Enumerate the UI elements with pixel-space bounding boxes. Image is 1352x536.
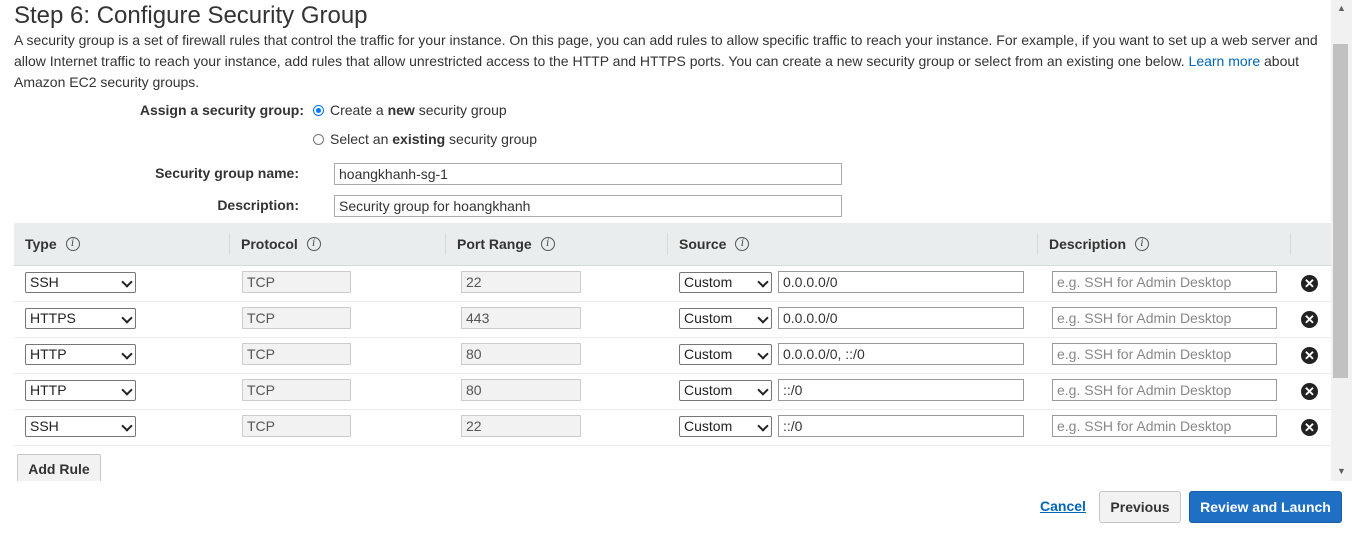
type-select[interactable]: HTTP bbox=[25, 380, 136, 401]
chevron-down-icon bbox=[757, 348, 769, 360]
source-mode-select[interactable]: Custom bbox=[679, 272, 772, 293]
chevron-down-icon bbox=[757, 384, 769, 396]
column-header-type[interactable]: Type i bbox=[25, 223, 80, 265]
review-and-launch-button[interactable]: Review and Launch bbox=[1189, 491, 1342, 523]
column-header-port-range[interactable]: Port Range i bbox=[445, 223, 555, 265]
source-cidr-input[interactable]: 0.0.0.0/0 bbox=[778, 271, 1024, 293]
type-select[interactable]: SSH bbox=[25, 416, 136, 437]
protocol-field: TCP bbox=[242, 343, 351, 365]
chevron-down-icon bbox=[121, 420, 133, 432]
protocol-field: TCP bbox=[242, 415, 351, 437]
table-row: SSH TCP 22 Custom 0.0.0.0/0 e.g. SSH for… bbox=[14, 265, 1331, 302]
remove-rule-icon[interactable]: ✕ bbox=[1301, 311, 1318, 328]
description-label: Description: bbox=[217, 197, 299, 213]
chevron-down-icon bbox=[121, 348, 133, 360]
port-range-field: 80 bbox=[461, 343, 581, 365]
protocol-field: TCP bbox=[242, 307, 351, 329]
protocol-field: TCP bbox=[242, 379, 351, 401]
source-cidr-input[interactable]: ::/0 bbox=[778, 415, 1024, 437]
vertical-scrollbar[interactable]: ▲ ▼ bbox=[1331, 0, 1352, 481]
source-cidr-input[interactable]: ::/0 bbox=[778, 379, 1024, 401]
scrollbar-thumb[interactable] bbox=[1333, 44, 1348, 378]
info-icon[interactable]: i bbox=[1135, 237, 1150, 251]
column-divider bbox=[445, 233, 446, 255]
source-mode-select[interactable]: Custom bbox=[679, 380, 772, 401]
chevron-down-icon bbox=[121, 276, 133, 288]
scroll-down-icon[interactable]: ▼ bbox=[1331, 463, 1352, 479]
security-group-name-label: Security group name: bbox=[155, 165, 299, 181]
source-cidr-input[interactable]: 0.0.0.0/0 bbox=[778, 307, 1024, 329]
type-select[interactable]: HTTPS bbox=[25, 308, 136, 329]
rule-description-input[interactable]: e.g. SSH for Admin Desktop bbox=[1052, 415, 1277, 437]
rule-description-input[interactable]: e.g. SSH for Admin Desktop bbox=[1052, 343, 1277, 365]
page-title: Step 6: Configure Security Group bbox=[14, 2, 368, 29]
content-scroll-area: Step 6: Configure Security Group A secur… bbox=[0, 0, 1331, 481]
remove-rule-icon[interactable]: ✕ bbox=[1301, 275, 1318, 292]
radio-select-existing-group[interactable]: Select an existing security group bbox=[313, 131, 537, 147]
chevron-down-icon bbox=[757, 420, 769, 432]
rule-description-input[interactable]: e.g. SSH for Admin Desktop bbox=[1052, 307, 1277, 329]
table-row: HTTPS TCP 443 Custom 0.0.0.0/0 e.g. SSH … bbox=[14, 301, 1331, 338]
info-icon[interactable]: i bbox=[306, 237, 321, 251]
protocol-field: TCP bbox=[242, 271, 351, 293]
chevron-down-icon bbox=[757, 312, 769, 324]
info-icon[interactable]: i bbox=[540, 237, 555, 251]
info-icon[interactable]: i bbox=[65, 237, 80, 251]
security-group-name-input[interactable]: hoangkhanh-sg-1 bbox=[334, 163, 842, 185]
port-range-field: 22 bbox=[461, 415, 581, 437]
radio-select-existing-indicator[interactable] bbox=[313, 133, 324, 145]
source-cidr-input[interactable]: 0.0.0.0/0, ::/0 bbox=[778, 343, 1024, 365]
description-input[interactable]: Security group for hoangkhanh bbox=[334, 195, 842, 217]
radio-create-new-label: Create a new security group bbox=[330, 102, 507, 118]
chevron-down-icon bbox=[121, 384, 133, 396]
remove-rule-icon[interactable]: ✕ bbox=[1301, 383, 1318, 400]
cancel-link[interactable]: Cancel bbox=[1040, 498, 1086, 514]
rule-description-input[interactable]: e.g. SSH for Admin Desktop bbox=[1052, 379, 1277, 401]
port-range-field: 80 bbox=[461, 379, 581, 401]
intro-text: A security group is a set of firewall ru… bbox=[14, 30, 1324, 93]
chevron-down-icon bbox=[757, 276, 769, 288]
remove-rule-icon[interactable]: ✕ bbox=[1301, 347, 1318, 364]
column-header-protocol[interactable]: Protocol i bbox=[229, 223, 321, 265]
column-header-description[interactable]: Description i bbox=[1037, 223, 1150, 265]
column-header-source[interactable]: Source i bbox=[667, 223, 750, 265]
source-mode-select[interactable]: Custom bbox=[679, 308, 772, 329]
type-select[interactable]: HTTP bbox=[25, 344, 136, 365]
column-divider bbox=[667, 233, 668, 255]
radio-create-new-indicator[interactable] bbox=[313, 104, 324, 116]
rule-description-input[interactable]: e.g. SSH for Admin Desktop bbox=[1052, 271, 1277, 293]
intro-text-main: A security group is a set of firewall ru… bbox=[14, 32, 1318, 69]
port-range-field: 22 bbox=[461, 271, 581, 293]
remove-rule-icon[interactable]: ✕ bbox=[1301, 419, 1318, 436]
column-divider bbox=[229, 233, 230, 255]
assign-group-label: Assign a security group: bbox=[139, 102, 304, 118]
radio-create-new-group[interactable]: Create a new security group bbox=[313, 102, 507, 118]
table-row: SSH TCP 22 Custom ::/0 e.g. SSH for Admi… bbox=[14, 409, 1331, 446]
table-row: HTTP TCP 80 Custom ::/0 e.g. SSH for Adm… bbox=[14, 373, 1331, 410]
table-row: HTTP TCP 80 Custom 0.0.0.0/0, ::/0 e.g. … bbox=[14, 337, 1331, 374]
info-icon[interactable]: i bbox=[735, 237, 750, 251]
chevron-down-icon bbox=[121, 312, 133, 324]
column-divider bbox=[1037, 233, 1038, 255]
radio-select-existing-label: Select an existing security group bbox=[330, 131, 537, 147]
learn-more-link[interactable]: Learn more bbox=[1189, 53, 1261, 69]
rules-table-header: Type i Protocol i Port Range i Source i Desc… bbox=[14, 223, 1331, 266]
type-select[interactable]: SSH bbox=[25, 272, 136, 293]
previous-button[interactable]: Previous bbox=[1099, 491, 1181, 523]
add-rule-button[interactable]: Add Rule bbox=[17, 454, 101, 481]
source-mode-select[interactable]: Custom bbox=[679, 416, 772, 437]
scroll-up-icon[interactable]: ▲ bbox=[1331, 0, 1352, 16]
source-mode-select[interactable]: Custom bbox=[679, 344, 772, 365]
port-range-field: 443 bbox=[461, 307, 581, 329]
column-divider bbox=[1290, 233, 1291, 255]
